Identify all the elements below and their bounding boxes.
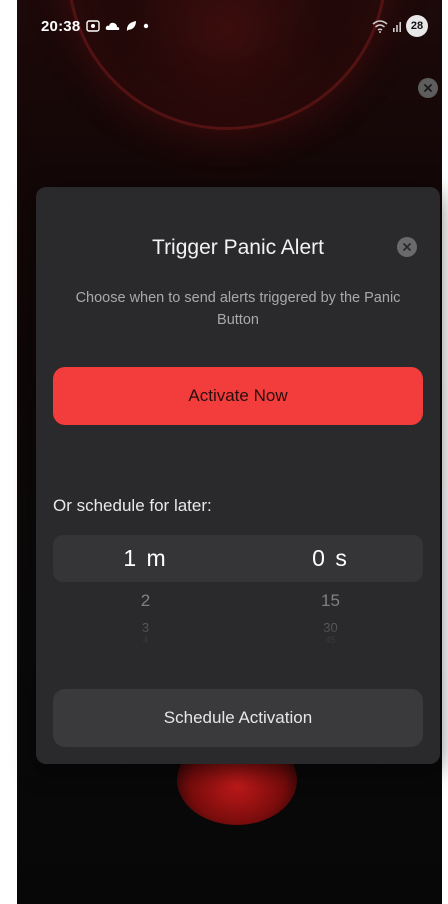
wifi-icon bbox=[372, 19, 388, 33]
schedule-label: Or schedule for later: bbox=[53, 496, 212, 515]
panic-alert-modal: Trigger Panic Alert Choose when to send … bbox=[36, 187, 440, 764]
seconds-option[interactable]: 15 bbox=[238, 591, 423, 611]
modal-subtitle: Choose when to send alerts triggered by … bbox=[75, 290, 401, 328]
leaf-icon bbox=[127, 21, 137, 31]
seconds-option[interactable]: 30 bbox=[238, 620, 423, 635]
seconds-option[interactable]: 45 bbox=[238, 635, 423, 645]
cloud-icon bbox=[106, 22, 120, 30]
seconds-selected: 0 s bbox=[312, 545, 349, 571]
seconds-wheel[interactable]: 0 s 15 30 45 bbox=[238, 535, 423, 647]
clock: 20:38 bbox=[41, 17, 81, 35]
dot-icon bbox=[144, 23, 149, 29]
minutes-option[interactable]: 4 bbox=[53, 635, 238, 645]
minutes-option[interactable]: 2 bbox=[53, 591, 238, 611]
notification-icons bbox=[86, 20, 150, 32]
status-right: 28 bbox=[372, 15, 428, 37]
background-close-button[interactable] bbox=[418, 78, 438, 98]
screenshot-icon bbox=[86, 20, 101, 32]
signal-icon bbox=[393, 22, 401, 32]
status-left: 20:38 bbox=[41, 18, 150, 35]
minutes-selected: 1 m bbox=[123, 545, 168, 571]
minutes-option[interactable]: 3 bbox=[53, 620, 238, 635]
time-picker[interactable]: 1 m 2 3 4 0 s 15 30 45 bbox=[53, 535, 423, 647]
modal-title: Trigger Panic Alert bbox=[152, 236, 324, 259]
minutes-wheel[interactable]: 1 m 2 3 4 bbox=[53, 535, 238, 647]
schedule-activation-button[interactable]: Schedule Activation bbox=[53, 689, 423, 747]
activate-now-button[interactable]: Activate Now bbox=[53, 367, 423, 425]
close-icon bbox=[424, 84, 432, 92]
battery-badge: 28 bbox=[406, 15, 428, 37]
status-bar: 20:38 28 bbox=[17, 0, 442, 52]
